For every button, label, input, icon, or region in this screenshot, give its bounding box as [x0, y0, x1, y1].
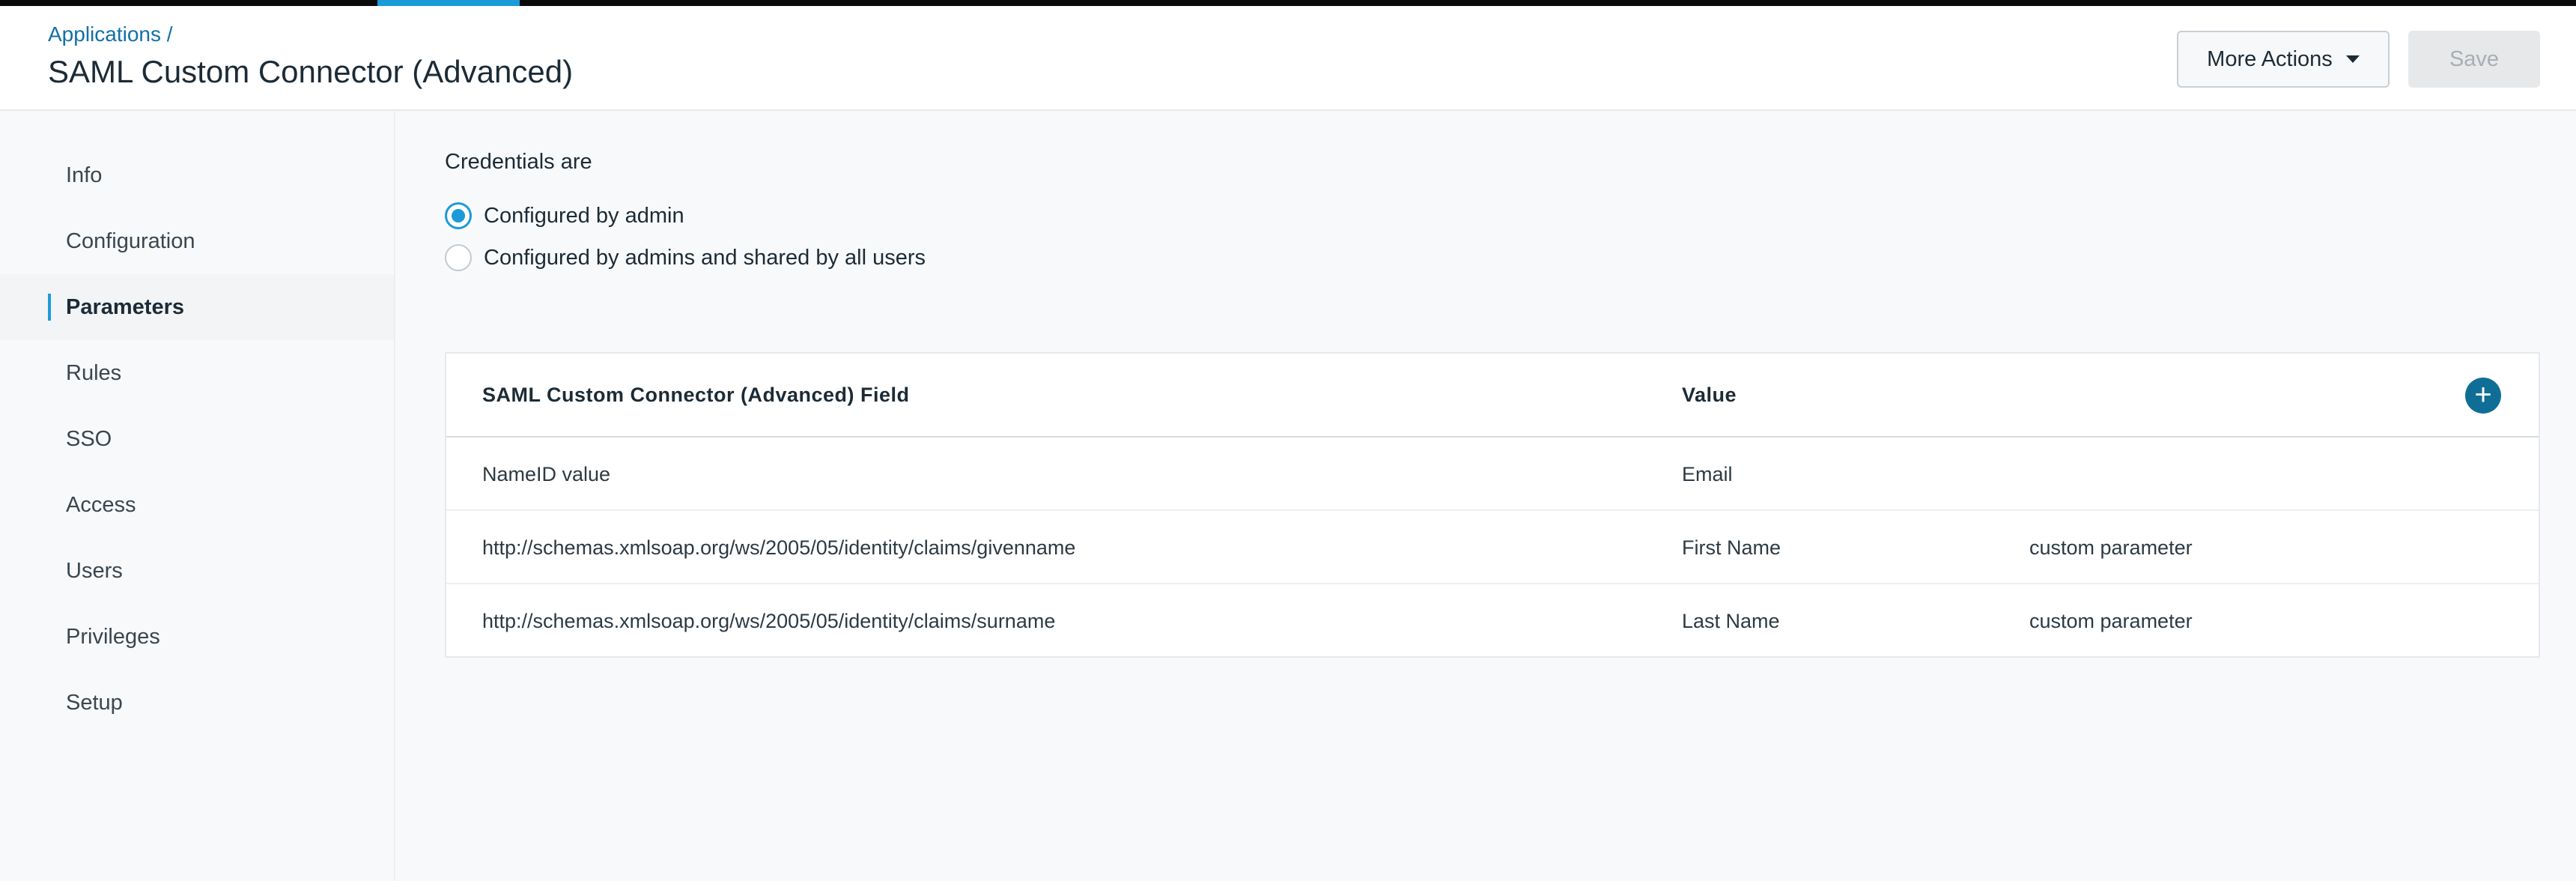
sidebar-item-rules[interactable]: Rules: [0, 340, 394, 406]
more-actions-button[interactable]: More Actions: [2177, 31, 2390, 88]
sidebar-item-privileges[interactable]: Privileges: [0, 604, 394, 670]
more-actions-label: More Actions: [2207, 46, 2333, 71]
row-field: http://schemas.xmlsoap.org/ws/2005/05/id…: [482, 536, 1076, 559]
radio-button-checked[interactable]: [445, 202, 472, 229]
credentials-label: Credentials are: [445, 150, 592, 174]
page-header: Applications / SAML Custom Connector (Ad…: [0, 6, 2576, 111]
sidebar-item-setup[interactable]: Setup: [0, 670, 394, 736]
breadcrumb-applications-link[interactable]: Applications /: [48, 22, 173, 46]
row-field: http://schemas.xmlsoap.org/ws/2005/05/id…: [482, 610, 1056, 632]
column-header-field: SAML Custom Connector (Advanced) Field: [482, 384, 910, 406]
table-header: SAML Custom Connector (Advanced) Field V…: [446, 354, 2539, 438]
sidebar-item-configuration[interactable]: Configuration: [0, 208, 394, 274]
radio-option-shared[interactable]: Configured by admins and shared by all u…: [445, 244, 926, 271]
parameters-table: SAML Custom Connector (Advanced) Field V…: [445, 352, 2540, 658]
page-title: SAML Custom Connector (Advanced): [48, 54, 574, 89]
save-button[interactable]: Save: [2408, 31, 2540, 88]
row-value: Last Name: [1682, 610, 1780, 632]
table-row[interactable]: http://schemas.xmlsoap.org/ws/2005/05/id…: [446, 584, 2539, 658]
main-content: Credentials are Configured by admin Conf…: [395, 111, 2576, 881]
top-bar: [0, 0, 2576, 6]
radio-option-label: Configured by admin: [484, 203, 684, 228]
sidebar: Info Configuration Parameters Rules SSO …: [0, 111, 395, 881]
table-row[interactable]: NameID value Email: [446, 438, 2539, 511]
sidebar-item-info[interactable]: Info: [0, 142, 394, 208]
plus-icon[interactable]: +: [2465, 378, 2501, 414]
row-field: NameID value: [482, 463, 611, 485]
sidebar-item-users[interactable]: Users: [0, 538, 394, 604]
sidebar-item-access[interactable]: Access: [0, 472, 394, 538]
column-header-value: Value: [1682, 384, 1737, 406]
table-row[interactable]: http://schemas.xmlsoap.org/ws/2005/05/id…: [446, 511, 2539, 584]
caret-down-icon: [2345, 55, 2360, 63]
radio-option-admin[interactable]: Configured by admin: [445, 202, 684, 229]
radio-option-label: Configured by admins and shared by all u…: [484, 245, 926, 270]
sidebar-item-parameters[interactable]: Parameters: [0, 274, 394, 340]
top-bar-indicator: [377, 0, 520, 6]
row-value: First Name: [1682, 536, 1781, 559]
row-note: custom parameter: [2029, 610, 2193, 632]
row-note: custom parameter: [2029, 536, 2193, 559]
row-value: Email: [1682, 463, 1733, 485]
sidebar-item-sso[interactable]: SSO: [0, 406, 394, 472]
radio-button-unchecked[interactable]: [445, 244, 472, 271]
